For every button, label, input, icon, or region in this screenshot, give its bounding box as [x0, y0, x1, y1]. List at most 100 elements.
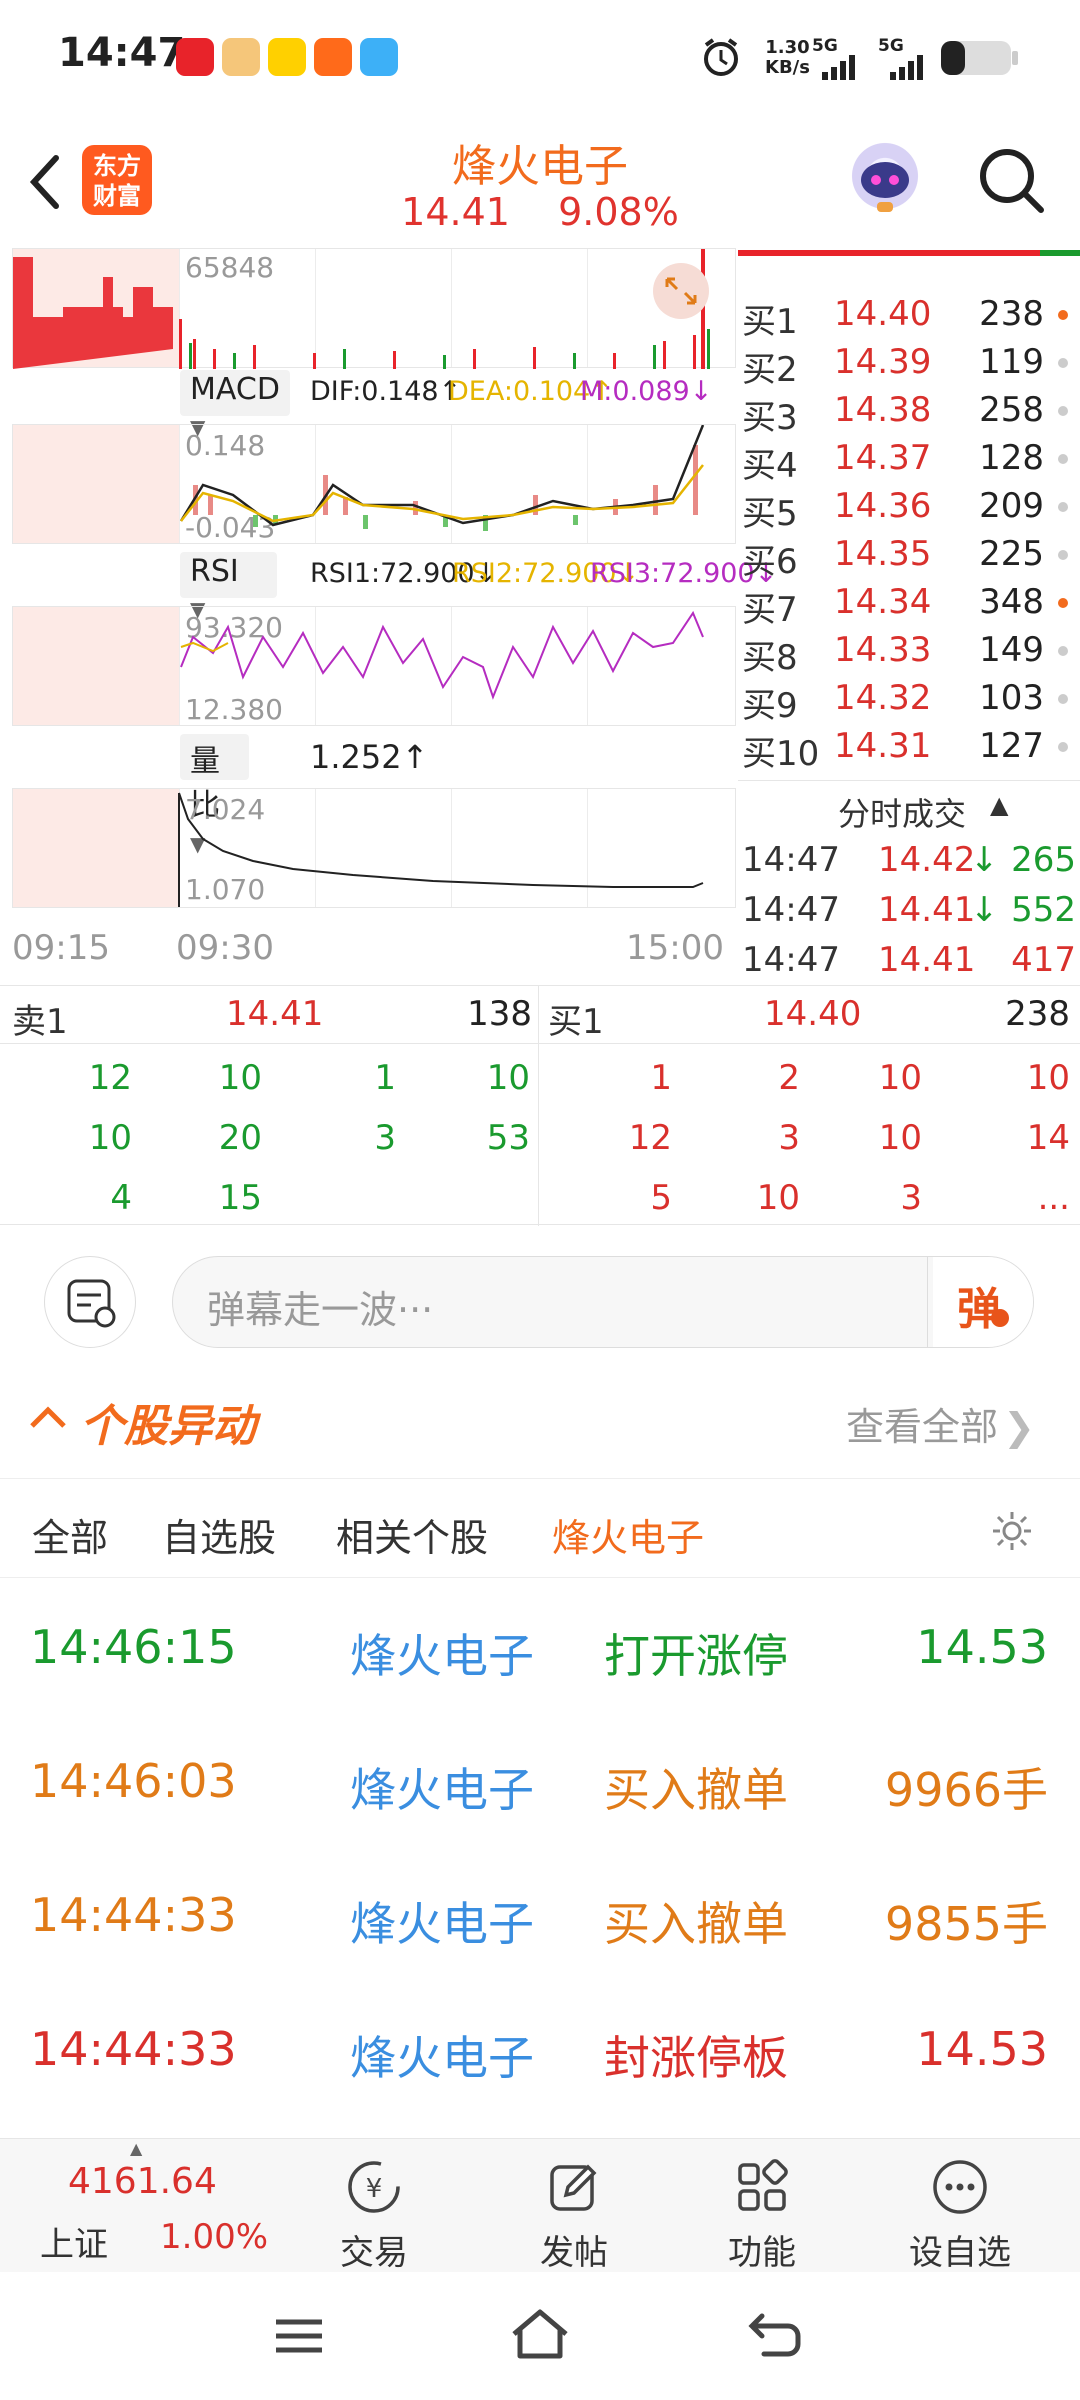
bid-volume: 128: [979, 438, 1044, 478]
alarm-icon: [704, 38, 738, 76]
event-stock-name[interactable]: 烽火电子: [350, 2022, 534, 2088]
sell-queue-cell: 3: [374, 1118, 396, 1158]
bid-price: 14.40: [834, 294, 932, 334]
bid-row[interactable]: 买7 14.34 348: [738, 578, 1080, 630]
rsi-chart[interactable]: 93.320 12.380: [12, 606, 736, 726]
tick-volume: 417: [1011, 940, 1076, 980]
queue-buy-total: 238: [1005, 994, 1070, 1034]
macd-chart[interactable]: 0.148 -0.043: [12, 424, 736, 544]
event-value: 9966手: [884, 1763, 1048, 1817]
event-stock-name[interactable]: 烽火电子: [350, 1754, 534, 1820]
bid-row[interactable]: 买9 14.32 103: [738, 674, 1080, 726]
index-name: 上证: [40, 2225, 108, 2265]
macd-selector[interactable]: MACD ▼: [180, 370, 290, 439]
robot-assistant-icon[interactable]: [845, 140, 925, 220]
net-speed-value: 1.30: [765, 37, 810, 58]
bid-row[interactable]: 买10 14.31 127: [738, 722, 1080, 774]
svg-text:¥: ¥: [366, 2174, 383, 2204]
bid-row[interactable]: 买4 14.37 128: [738, 434, 1080, 486]
index-ticker[interactable]: ▲ 4161.64 上证 1.00%: [0, 2139, 280, 2273]
bid-volume: 119: [979, 342, 1044, 382]
movement-event-row[interactable]: 14:44:33 烽火电子 买入撤单 9855手: [0, 1848, 1080, 1982]
collapse-chevron-icon[interactable]: [28, 1402, 68, 1432]
event-stock-name[interactable]: 烽火电子: [350, 1888, 534, 1954]
nav-trade[interactable]: ¥ 交易: [284, 2139, 464, 2273]
time-axis-start: 09:15: [12, 928, 110, 968]
time-axis-open: 09:30: [176, 928, 274, 968]
nav-post[interactable]: 发帖: [484, 2139, 664, 2273]
movement-event-row[interactable]: 14:46:03 烽火电子 买入撤单 9966手: [0, 1714, 1080, 1848]
app-icon-5: [360, 38, 398, 76]
bid-dot-indicator: [1058, 742, 1068, 752]
stock-header: 东方 财富 烽火电子 14.41 9.08%: [0, 112, 1080, 250]
danmu-check-icon: [991, 1309, 1009, 1327]
app-icon-2: [222, 38, 260, 76]
bid-row[interactable]: 买2 14.39 119: [738, 338, 1080, 390]
nav-trade-label: 交易: [340, 2233, 408, 2273]
net-speed: 1.30 KB/s: [765, 38, 810, 78]
nav-add-watchlist[interactable]: 设自选: [870, 2139, 1050, 2273]
meituan-icon: [268, 38, 306, 76]
sim1-label: 5G: [812, 36, 838, 56]
bid-volume: 225: [979, 534, 1044, 574]
bid-row[interactable]: 买3 14.38 258: [738, 386, 1080, 438]
event-stock-name[interactable]: 烽火电子: [350, 1620, 534, 1686]
bid-level-label: 买10: [742, 734, 820, 774]
bid-row[interactable]: 买1 14.40 238: [738, 290, 1080, 342]
tab-watchlist[interactable]: 自选股: [162, 1507, 276, 1562]
bid-dot-indicator: [1058, 598, 1068, 608]
bid-level-label: 买5: [742, 494, 798, 534]
buy-queue-cell: 2: [778, 1058, 800, 1098]
event-time: 14:46:15: [30, 1620, 237, 1674]
queue-buy-label: 买1: [548, 1002, 604, 1042]
bid-dot-indicator: [1058, 358, 1068, 368]
tab-current-stock[interactable]: 烽火电子: [552, 1507, 704, 1562]
nav-functions[interactable]: 功能: [672, 2139, 852, 2273]
ticks-header[interactable]: 分时成交 ▲: [738, 780, 1080, 833]
back-icon[interactable]: [748, 2312, 802, 2358]
rsi-selector[interactable]: RSI ▼: [180, 552, 278, 621]
bid-dot-indicator: [1058, 454, 1068, 464]
volume-ratio-line: [178, 792, 704, 907]
movement-event-row[interactable]: 14:44:33 烽火电子 封涨停板 14.53: [0, 1982, 1080, 2116]
volume-ratio-selector[interactable]: 量比 ▼: [180, 734, 250, 856]
danmu-input[interactable]: 弹幕走一波··· 弹: [172, 1256, 1034, 1348]
bid-level-label: 买1: [742, 302, 798, 342]
ticks-collapse-icon[interactable]: ▲: [990, 791, 1008, 819]
bid-volume: 127: [979, 726, 1044, 766]
bid-row[interactable]: 买6 14.35 225: [738, 530, 1080, 582]
danmu-settings-button[interactable]: [44, 1256, 136, 1348]
settings-gear-icon[interactable]: [990, 1509, 1034, 1553]
sell-queue-cell: 15: [218, 1178, 262, 1218]
buy-queue-cell: 12: [628, 1118, 672, 1158]
bid-level-label: 买7: [742, 590, 798, 630]
sell-queue-cell: 53: [486, 1118, 530, 1158]
bid-price: 14.39: [834, 342, 932, 382]
tick-arrow: ↓: [970, 840, 999, 880]
danmu-send-button[interactable]: 弹: [933, 1257, 1033, 1347]
more-dots-icon: [933, 2160, 987, 2214]
battery-icon: [941, 41, 1018, 75]
tab-related[interactable]: 相关个股: [336, 1507, 488, 1562]
trade-icon: ¥: [348, 2161, 400, 2213]
buy-queue-cell: 3: [778, 1118, 800, 1158]
view-all-link[interactable]: 查看全部 ❯: [846, 1396, 1035, 1451]
volume-chart[interactable]: 65848: [12, 248, 736, 369]
ticks-list: 14:47 14.42 ↓ 265 14:47 14.41 ↓ 552 14:47 14.41 41…: [738, 836, 1080, 986]
bid-row[interactable]: 买8 14.33 149: [738, 626, 1080, 678]
tab-all[interactable]: 全部: [32, 1507, 108, 1562]
bid-price: 14.33: [834, 630, 932, 670]
macd-selector-label: MACD: [190, 372, 280, 407]
sell-queue-cell: 10: [218, 1058, 262, 1098]
macd-lines: [179, 425, 705, 531]
volume-ratio-chart[interactable]: 7.024 1.070: [12, 788, 736, 908]
rsi-selector-label: RSI: [190, 554, 239, 589]
search-icon[interactable]: [975, 144, 1047, 216]
movement-event-row[interactable]: 14:46:15 烽火电子 打开涨停 14.53: [0, 1580, 1080, 1714]
movement-title: 个股异动: [80, 1401, 256, 1452]
menu-icon[interactable]: [274, 2316, 324, 2356]
bid-row[interactable]: 买5 14.36 209: [738, 482, 1080, 534]
index-change: 1.00%: [160, 2217, 269, 2257]
home-icon[interactable]: [510, 2308, 570, 2360]
bid-level-label: 买9: [742, 686, 798, 726]
